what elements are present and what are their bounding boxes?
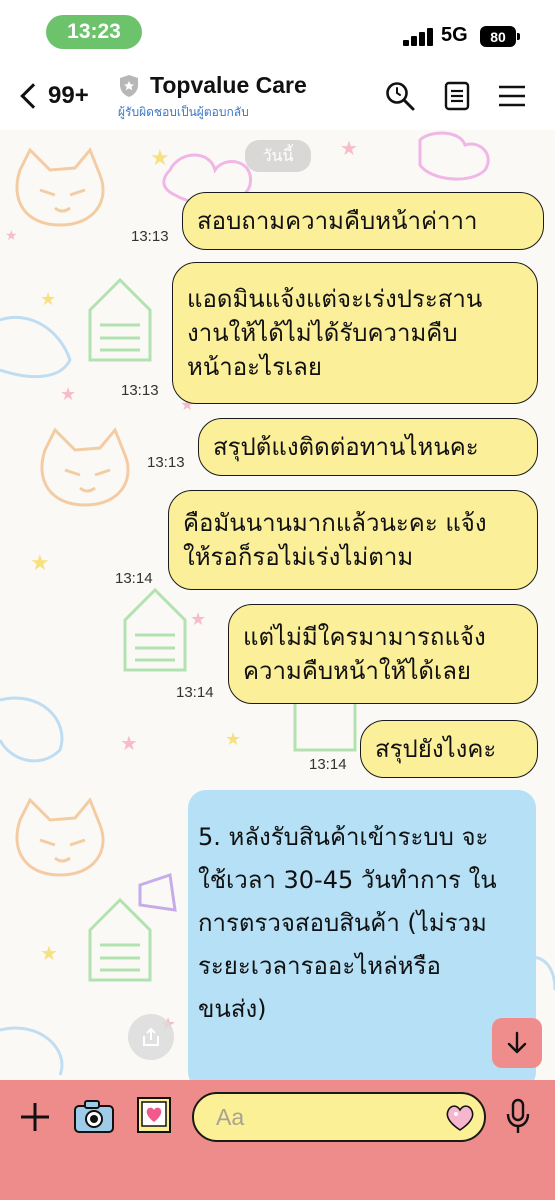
message-bubble[interactable]: สอบถามความคืบหน้าค่าาา	[182, 192, 544, 250]
scroll-down-button[interactable]	[492, 1018, 542, 1068]
image-icon[interactable]	[136, 1096, 172, 1134]
message-input-placeholder: Aa	[216, 1103, 245, 1130]
search-icon[interactable]	[384, 80, 416, 112]
message-bubble[interactable]: สรุปต้แงติดต่อทานไหนคะ	[198, 418, 538, 476]
battery-level: 80	[490, 28, 506, 45]
message-bubble[interactable]: แต่ไม่มีใครมามารถแจ้ง ความคืบหน้าให้ได้เ…	[228, 604, 538, 704]
plus-icon[interactable]	[20, 1102, 50, 1132]
message-text: สอบถามความคืบหน้าค่าาา	[197, 207, 478, 235]
message-text: ความคืบหน้าให้ได้เลย	[243, 657, 471, 685]
message-bubble[interactable]: คือมันนานมากแล้วนะคะ แจ้ง ให้รอก็รอไม่เร…	[168, 490, 538, 590]
signal-icon	[403, 28, 435, 46]
heart-emoji-icon[interactable]	[444, 1102, 476, 1132]
svg-text:★: ★	[120, 731, 138, 755]
chat-header: 99+ Topvalue Care ผู้รับผิดชอบเป็นผู้ตอบ…	[0, 62, 555, 130]
menu-icon[interactable]	[496, 80, 528, 112]
chat-title-block[interactable]: Topvalue Care ผู้รับผิดชอบเป็นผู้ตอบกลับ	[118, 72, 307, 122]
unread-count: 99+	[48, 82, 89, 109]
message-text: แต่ไม่มีใครมามารถแจ้ง	[243, 623, 486, 651]
svg-text:★: ★	[150, 146, 170, 171]
shield-icon	[120, 74, 138, 97]
cat-face-doodle	[15, 147, 105, 227]
message-time: 13:13	[147, 454, 185, 471]
message-text: หน้าอะไรเลย	[187, 353, 322, 381]
message-text: แอดมินแจ้งแต่จะเร่งประสาน	[187, 285, 483, 313]
message-bubble[interactable]: สรุปยังไงคะ	[360, 720, 538, 778]
bot-message-text: ใช้เวลา 30-45 วันทำการ ใน	[198, 866, 497, 894]
svg-text:★: ★	[60, 384, 76, 405]
message-time: 13:14	[309, 756, 347, 773]
message-text: ให้รอก็รอไม่เร่งไม่ตาม	[183, 543, 414, 571]
message-input[interactable]: Aa	[192, 1092, 486, 1142]
message-bubble[interactable]: แอดมินแจ้งแต่จะเร่งประสาน งานให้ได้ไม่ได…	[172, 262, 538, 404]
chat-subtitle: ผู้รับผิดชอบเป็นผู้ตอบกลับ	[118, 105, 249, 119]
message-text: สรุปยังไงคะ	[375, 735, 497, 763]
svg-text:★: ★	[190, 609, 206, 630]
message-time: 13:14	[176, 684, 214, 701]
date-separator: วันนี้	[245, 140, 311, 172]
message-time: 13:14	[115, 570, 153, 587]
svg-text:★: ★	[40, 941, 58, 965]
bot-message-bubble[interactable]: 5. หลังรับสินค้าเข้าระบบ จะ ใช้เวลา 30-4…	[188, 790, 536, 1080]
message-text: สรุปต้แงติดต่อทานไหนคะ	[213, 433, 479, 461]
share-icon	[143, 1027, 159, 1046]
bot-message-text: ขนส่ง)	[198, 995, 267, 1023]
message-time: 13:13	[131, 228, 169, 245]
share-button[interactable]	[128, 1014, 174, 1060]
chat-title: Topvalue Care	[150, 72, 307, 98]
bot-message-text: ระยะเวลารออะไหล่หรือ	[198, 952, 441, 980]
camera-icon[interactable]	[73, 1098, 115, 1134]
network-label: 5G	[441, 24, 468, 46]
svg-text:★: ★	[225, 729, 241, 750]
svg-text:★: ★	[40, 289, 56, 310]
svg-text:★: ★	[340, 136, 358, 160]
message-time: 13:13	[121, 382, 159, 399]
arrow-down-icon	[507, 1031, 527, 1054]
bot-message-text: การตรวจสอบสินค้า (ไม่รวม	[198, 909, 487, 937]
svg-text:★: ★	[5, 228, 18, 244]
status-time: 13:23	[46, 15, 142, 49]
status-bar: 13:23 5G 80	[0, 0, 555, 62]
notes-icon[interactable]	[441, 80, 473, 112]
back-button[interactable]: 99+	[16, 78, 89, 114]
microphone-icon[interactable]	[505, 1098, 531, 1136]
chat-area[interactable]: ★ ★ ★ ★ ★ ★ ★ ★ ★ ★ ★ ★ ★ วันนี้ 13:13 ส…	[0, 130, 555, 1080]
battery-icon: 80	[480, 26, 520, 47]
svg-text:★: ★	[30, 551, 50, 576]
input-bar: Aa	[0, 1080, 555, 1200]
bot-message-text: 5. หลังรับสินค้าเข้าระบบ จะ	[198, 823, 489, 851]
message-text: งานให้ได้ไม่ได้รับความคืบ	[187, 319, 458, 347]
back-chevron-icon	[20, 83, 46, 109]
message-text: คือมันนานมากแล้วนะคะ แจ้ง	[183, 509, 487, 537]
